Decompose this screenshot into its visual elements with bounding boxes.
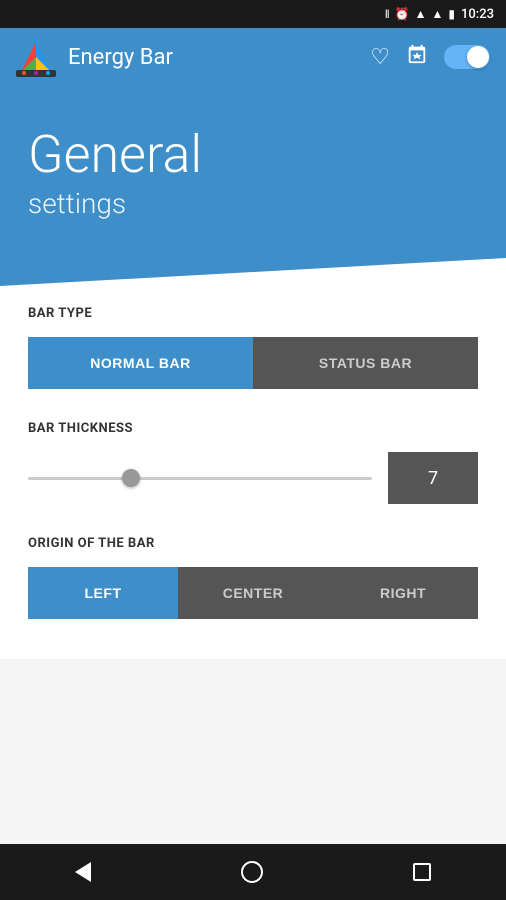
right-button[interactable]: RIGHT [328, 567, 478, 619]
signal-icon: ▲ [415, 7, 427, 21]
content-area: BAR TYPE NORMAL BAR STATUS BAR BAR THICK… [0, 286, 506, 659]
signal2-icon: ▲ [432, 7, 444, 21]
slider-track-filled [28, 477, 131, 480]
origin-buttons: LEFT CENTER RIGHT [28, 567, 478, 619]
status-bar-button[interactable]: STATUS BAR [253, 337, 478, 389]
thickness-slider[interactable] [28, 468, 372, 488]
bar-thickness-section: BAR THICKNESS 7 [28, 421, 478, 504]
app-title: Energy Bar [68, 45, 358, 70]
back-button[interactable] [75, 862, 91, 882]
header-content: General settings [0, 86, 506, 220]
status-icons: ‖ ⏰ ▲ ▲ ▮ [385, 7, 455, 21]
home-button[interactable] [241, 861, 263, 883]
app-bar-actions: ♡ [370, 43, 490, 71]
bar-thickness-label: BAR THICKNESS [28, 421, 478, 436]
app-logo [16, 37, 56, 77]
slider-row: 7 [28, 452, 478, 504]
bar-type-buttons: NORMAL BAR STATUS BAR [28, 337, 478, 389]
recent-button[interactable] [413, 863, 431, 881]
header-subtitle: settings [28, 187, 478, 220]
normal-bar-button[interactable]: NORMAL BAR [28, 337, 253, 389]
origin-section: ORIGIN OF THE BAR LEFT CENTER RIGHT [28, 536, 478, 619]
slider-track [28, 477, 372, 480]
status-time: 10:23 [461, 7, 494, 22]
center-button[interactable]: CENTER [178, 567, 328, 619]
origin-label: ORIGIN OF THE BAR [28, 536, 478, 551]
slider-thumb [122, 469, 140, 487]
bar-type-section: BAR TYPE NORMAL BAR STATUS BAR [28, 306, 478, 389]
left-button[interactable]: LEFT [28, 567, 178, 619]
header-section: General settings [0, 86, 506, 286]
nav-bar [0, 844, 506, 900]
enable-toggle[interactable] [444, 45, 490, 69]
status-bar: ‖ ⏰ ▲ ▲ ▮ 10:23 [0, 0, 506, 28]
thickness-value: 7 [388, 452, 478, 504]
vibrate-icon: ‖ [385, 7, 390, 21]
battery-icon: ▮ [448, 7, 455, 21]
favorite-icon[interactable]: ♡ [370, 45, 390, 70]
store-icon[interactable] [406, 43, 428, 71]
bar-type-label: BAR TYPE [28, 306, 478, 321]
header-title: General [28, 126, 478, 183]
alarm-icon: ⏰ [395, 7, 410, 21]
app-bar: Energy Bar ♡ [0, 28, 506, 86]
toggle-knob [467, 46, 489, 68]
